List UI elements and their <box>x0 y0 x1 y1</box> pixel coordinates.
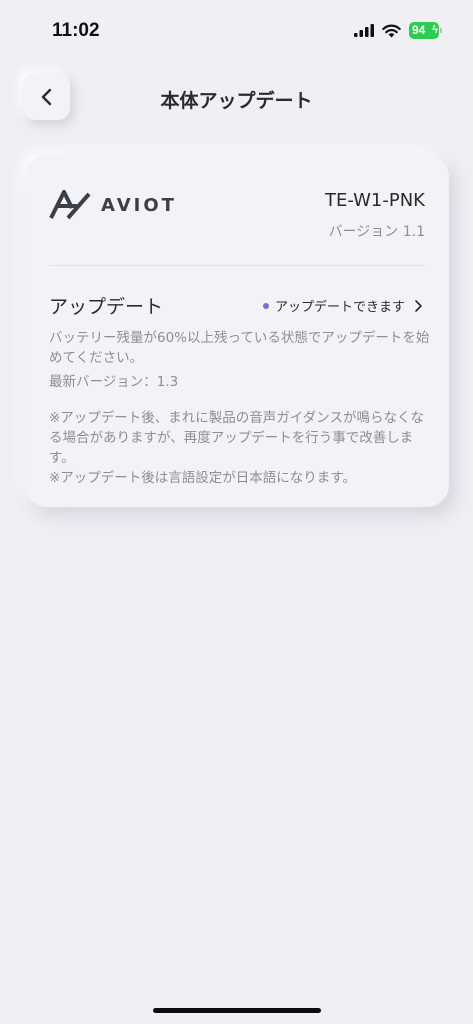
status-time: 11:02 <box>52 20 100 41</box>
home-indicator[interactable] <box>153 1008 321 1013</box>
status-icons: 94 ϟ <box>354 22 442 39</box>
aviot-logo-icon <box>49 190 91 220</box>
update-available-link[interactable]: アップデートできます <box>262 296 425 315</box>
chevron-right-icon <box>415 299 422 312</box>
brand-logo: AVIOT <box>49 190 177 220</box>
current-version: バージョン 1.1 <box>328 224 425 240</box>
status-dot <box>262 302 269 309</box>
latest-version: 最新バージョン：1.3 <box>49 374 179 390</box>
device-update-card: AVIOT TE-W1-PNK バージョン 1.1 アップデート アップデートで… <box>25 155 449 507</box>
page-title: 本体アップデート <box>160 90 313 112</box>
charging-bolt-icon: ϟ <box>432 24 438 36</box>
update-section-title: アップデート <box>49 296 164 318</box>
update-note: ※アップデート後、まれに製品の音声ガイダンスが鳴らなくなる場合がありますが、再度… <box>49 410 425 466</box>
brand-name: AVIOT <box>101 194 177 216</box>
battery-icon: 94 ϟ <box>409 22 442 39</box>
update-note: ※アップデート後は言語設定が日本語になります。 <box>49 470 356 486</box>
update-notes: ※アップデート後、まれに製品の音声ガイダンスが鳴らなくなる場合がありますが、再度… <box>49 408 437 488</box>
update-status-label: アップデートできます <box>274 300 405 315</box>
battery-tip <box>440 28 442 33</box>
battery-level: 94 <box>412 23 426 37</box>
model-name: TE-W1-PNK <box>324 190 425 211</box>
divider <box>49 265 425 266</box>
wifi-icon <box>382 24 401 37</box>
status-bar: 11:02 94 ϟ <box>0 0 473 60</box>
cellular-signal-icon <box>354 24 374 37</box>
update-instructions: バッテリー残量が60%以上残っている状態でアップデートを始めてください。 <box>49 330 430 366</box>
